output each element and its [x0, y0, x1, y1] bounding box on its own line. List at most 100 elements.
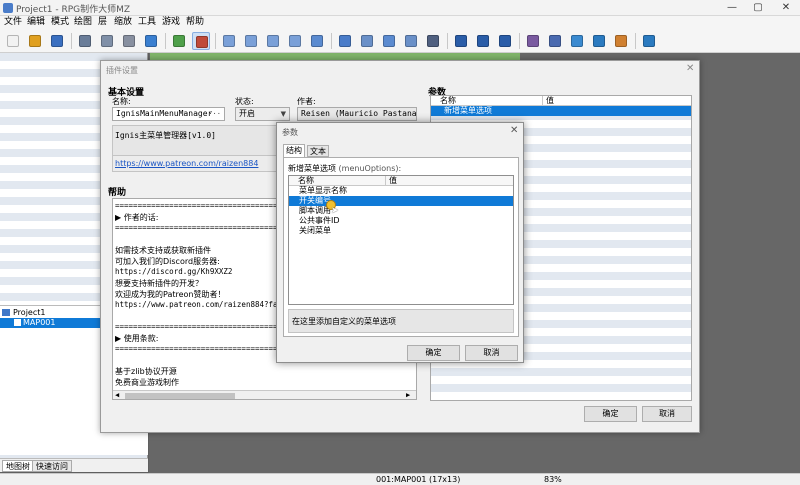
plugin-manager-glyph — [549, 35, 561, 47]
option-description-text: 在这里添加自定义的菜单选项 — [292, 317, 396, 326]
zoom-actual-icon[interactable] — [496, 32, 514, 50]
cut-icon[interactable] — [76, 32, 94, 50]
menu-zoom[interactable]: 缩放 — [111, 16, 135, 29]
menu-file[interactable]: 文件 — [1, 16, 25, 29]
layer-3-glyph — [267, 35, 279, 47]
mouse-pointer-icon: ➤ — [331, 206, 339, 216]
patreon-link[interactable]: https://www.patreon.com/raizen884 — [115, 159, 258, 168]
tab-structure[interactable]: 结构 — [283, 144, 305, 157]
param-cancel-button[interactable]: 取消 — [465, 345, 518, 361]
help-line: 基于zlib协议开源 — [115, 367, 177, 376]
maximize-button[interactable]: ▢ — [748, 1, 768, 15]
sound-test-icon[interactable] — [568, 32, 586, 50]
shadow-pen-icon[interactable] — [424, 32, 442, 50]
copy-icon[interactable] — [98, 32, 116, 50]
app-icon — [3, 3, 13, 13]
menu-option-row[interactable]: 开关编号 — [289, 196, 513, 206]
tree-item-project[interactable]: Project1 — [2, 308, 45, 318]
menu-edit[interactable]: 编辑 — [24, 16, 48, 29]
rectangle-glyph — [361, 35, 373, 47]
menu-help[interactable]: 帮助 — [183, 16, 207, 29]
tab-text[interactable]: 文本 — [307, 145, 329, 157]
window-title: Project1 - RPG制作大师MZ — [16, 5, 131, 15]
flood-fill-icon[interactable] — [402, 32, 420, 50]
rectangle-icon[interactable] — [358, 32, 376, 50]
character-generator-icon[interactable] — [612, 32, 630, 50]
event-searcher-icon[interactable] — [590, 32, 608, 50]
tree-project-label: Project1 — [13, 308, 46, 317]
tab-quick-access[interactable]: 快速访问 — [32, 460, 72, 472]
menu-mode[interactable]: 模式 — [48, 16, 72, 29]
status-label: 状态: — [235, 97, 254, 106]
menu-option-row[interactable]: 关闭菜单 — [289, 226, 513, 236]
scroll-right-icon[interactable]: ▶ — [406, 391, 410, 399]
minimize-button[interactable]: — — [722, 1, 742, 15]
database-icon[interactable] — [524, 32, 542, 50]
sound-test-glyph — [571, 35, 583, 47]
undo-icon[interactable] — [142, 32, 160, 50]
flood-fill-glyph — [405, 35, 417, 47]
ellipse-icon[interactable] — [380, 32, 398, 50]
new-project-icon[interactable] — [4, 32, 22, 50]
help-header: 帮助 — [108, 188, 127, 198]
layer-3-icon[interactable] — [264, 32, 282, 50]
menu-option-row[interactable]: 公共事件ID — [289, 216, 513, 226]
menu-option-row[interactable]: 脚本调用 — [289, 206, 513, 216]
param-ok-button[interactable]: 确定 — [407, 345, 460, 361]
plugin-manager-icon[interactable] — [546, 32, 564, 50]
toolbar — [0, 29, 800, 53]
plugin-ok-button[interactable]: 确定 — [584, 406, 637, 422]
layer-4-glyph — [289, 35, 301, 47]
menu-layer[interactable]: 层 — [95, 16, 110, 29]
plugin-window-close-icon[interactable]: ✕ — [686, 63, 694, 74]
status-dropdown[interactable]: 开启 ▼ — [235, 107, 290, 121]
save-project-icon[interactable] — [48, 32, 66, 50]
project-icon — [2, 309, 10, 316]
menu-tools[interactable]: 工具 — [135, 16, 159, 29]
plugin-name-dropdown[interactable]: IgnisMainMenuManager ··· — [112, 107, 225, 121]
title-bar: Project1 - RPG制作大师MZ — ▢ ✕ — [0, 0, 800, 16]
menu-draw[interactable]: 绘图 — [71, 16, 95, 29]
menu-option-row[interactable]: 菜单显示名称 — [289, 186, 513, 196]
zoom-in-icon[interactable] — [452, 32, 470, 50]
close-button[interactable]: ✕ — [776, 1, 796, 15]
param-row-new-menu-options[interactable]: 新增菜单选项 — [431, 106, 691, 116]
toolbar-separator — [165, 33, 166, 49]
layer-4-icon[interactable] — [286, 32, 304, 50]
map-icon — [14, 319, 21, 326]
open-project-icon[interactable] — [26, 32, 44, 50]
menu-col-name: 名称 — [298, 176, 314, 185]
layer-2-icon[interactable] — [242, 32, 260, 50]
pencil-icon[interactable] — [336, 32, 354, 50]
layer-1-glyph — [223, 35, 235, 47]
menu-bar: 文件 编辑 模式 绘图 层 缩放 工具 游戏 帮助 — [0, 16, 800, 29]
dropdown-arrow-icon: ··· — [208, 110, 221, 118]
zoom-out-icon[interactable] — [474, 32, 492, 50]
menu-game[interactable]: 游戏 — [159, 16, 183, 29]
param-dialog-close-icon[interactable]: ✕ — [510, 125, 518, 136]
plugin-cancel-button[interactable]: 取消 — [642, 406, 692, 422]
playtest-icon[interactable] — [640, 32, 658, 50]
zoom-out-glyph — [477, 35, 489, 47]
paste-icon[interactable] — [120, 32, 138, 50]
menu-options-list[interactable]: 名称 值 菜单显示名称 开关编号 脚本调用 公共事件ID 关闭菜单 ➤ — [288, 175, 514, 305]
layer-auto-glyph — [311, 35, 323, 47]
undo-glyph — [145, 35, 157, 47]
help-line: 如需技术支持或获取新插件 — [115, 246, 211, 255]
layer-1-icon[interactable] — [220, 32, 238, 50]
scroll-left-icon[interactable]: ◀ — [115, 391, 119, 399]
scroll-thumb[interactable] — [125, 393, 235, 399]
tab-map-tree[interactable]: 地图树 — [2, 460, 34, 472]
help-horizontal-scrollbar[interactable]: ◀ ▶ — [113, 390, 416, 399]
paste-glyph — [123, 35, 135, 47]
toolbar-separator — [447, 33, 448, 49]
shadow-pen-glyph — [427, 35, 439, 47]
copy-glyph — [101, 35, 113, 47]
layer-2-glyph — [245, 35, 257, 47]
map-mode-icon[interactable] — [170, 32, 188, 50]
help-line: ▶ 使用条款: — [115, 334, 159, 343]
layer-auto-icon[interactable] — [308, 32, 326, 50]
event-mode-icon[interactable] — [192, 32, 210, 50]
param-col-value: 值 — [542, 96, 554, 106]
name-label: 名称: — [112, 97, 131, 106]
